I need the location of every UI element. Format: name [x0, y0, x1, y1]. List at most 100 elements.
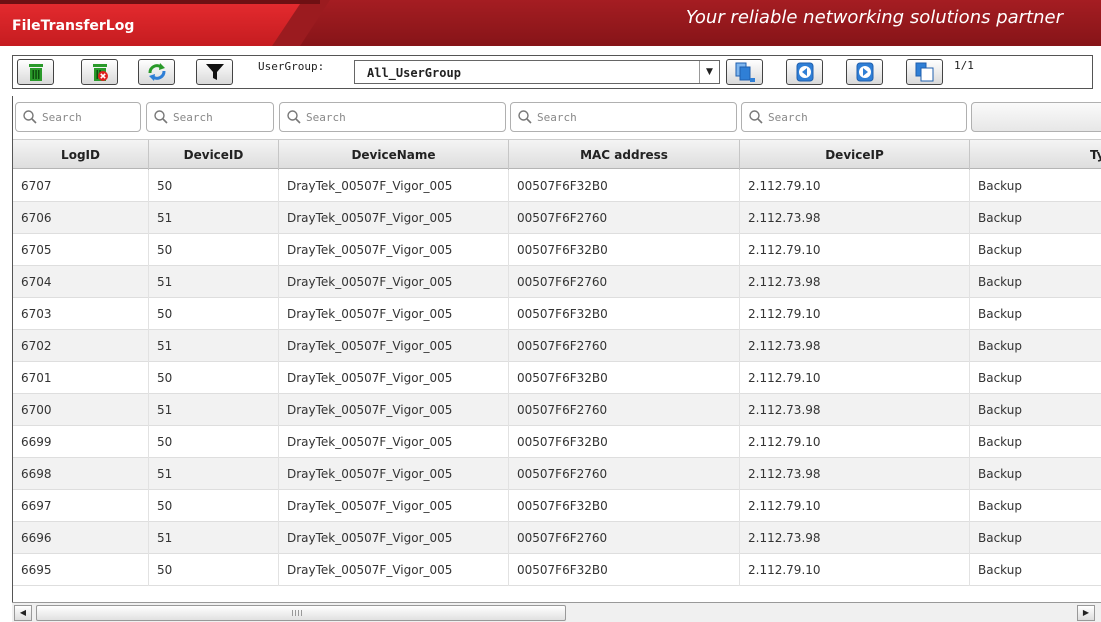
cell-deviceid: 51 — [149, 202, 279, 234]
cell-logid: 6695 — [13, 554, 149, 586]
table-header: LogID DeviceID DeviceName MAC address De… — [13, 139, 1101, 170]
cell-devicename: DrayTek_00507F_Vigor_005 — [279, 426, 509, 458]
cell-deviceip: 2.112.79.10 — [740, 170, 970, 202]
column-header-mac[interactable]: MAC address — [509, 140, 740, 170]
cell-type: Backup — [970, 522, 1101, 554]
cell-mac: 00507F6F2760 — [509, 202, 740, 234]
table-row[interactable]: 6700 51 DrayTek_00507F_Vigor_005 00507F6F27… — [13, 394, 1101, 426]
header-slogan: Your reliable networking solutions partn… — [685, 7, 1063, 28]
refresh-button[interactable] — [138, 59, 175, 85]
column-header-deviceid[interactable]: DeviceID — [149, 140, 279, 170]
cell-logid: 6705 — [13, 234, 149, 266]
cell-mac: 00507F6F32B0 — [509, 234, 740, 266]
cell-deviceip: 2.112.79.10 — [740, 298, 970, 330]
cell-devicename: DrayTek_00507F_Vigor_005 — [279, 330, 509, 362]
table-row[interactable]: 6695 50 DrayTek_00507F_Vigor_005 00507F6F32… — [13, 554, 1101, 586]
usergroup-select[interactable]: All_UserGroup ▼ — [354, 60, 720, 84]
search-icon — [517, 109, 533, 125]
usergroup-value: All_UserGroup — [367, 66, 461, 80]
cell-devicename: DrayTek_00507F_Vigor_005 — [279, 490, 509, 522]
last-page-button[interactable] — [906, 59, 943, 85]
table-row[interactable]: 6701 50 DrayTek_00507F_Vigor_005 00507F6F32… — [13, 362, 1101, 394]
cell-deviceid: 51 — [149, 330, 279, 362]
table-row[interactable]: 6703 50 DrayTek_00507F_Vigor_005 00507F6F32… — [13, 298, 1101, 330]
search-icon — [22, 109, 38, 125]
search-placeholder: Search — [768, 111, 808, 124]
refresh-icon — [146, 62, 168, 82]
grip-icon — [292, 610, 302, 616]
delete-button[interactable] — [17, 59, 54, 85]
column-header-type[interactable]: Ty — [970, 140, 1101, 170]
first-page-button[interactable] — [726, 59, 763, 85]
cell-deviceid: 50 — [149, 234, 279, 266]
cell-type: Backup — [970, 266, 1101, 298]
cell-devicename: DrayTek_00507F_Vigor_005 — [279, 362, 509, 394]
search-placeholder: Search — [42, 111, 82, 124]
next-page-button[interactable] — [846, 59, 883, 85]
filter-button[interactable] — [196, 59, 233, 85]
cell-mac: 00507F6F2760 — [509, 458, 740, 490]
table-row[interactable]: 6705 50 DrayTek_00507F_Vigor_005 00507F6F32… — [13, 234, 1101, 266]
cell-devicename: DrayTek_00507F_Vigor_005 — [279, 458, 509, 490]
type-filter-button[interactable] — [971, 102, 1101, 132]
usergroup-label: UserGroup: — [258, 60, 325, 73]
table-row[interactable]: 6698 51 DrayTek_00507F_Vigor_005 00507F6F27… — [13, 458, 1101, 490]
cell-mac: 00507F6F32B0 — [509, 298, 740, 330]
cell-deviceip: 2.112.79.10 — [740, 554, 970, 586]
table-row[interactable]: 6702 51 DrayTek_00507F_Vigor_005 00507F6F27… — [13, 330, 1101, 362]
delete-all-button[interactable] — [81, 59, 118, 85]
table-row[interactable]: 6707 50 DrayTek_00507F_Vigor_005 00507F6F32… — [13, 170, 1101, 202]
search-input-deviceip[interactable]: Search — [741, 102, 967, 132]
column-header-devicename[interactable]: DeviceName — [279, 140, 509, 170]
scroll-left-icon[interactable]: ◀ — [14, 605, 32, 621]
search-icon — [748, 109, 764, 125]
cell-logid: 6703 — [13, 298, 149, 330]
search-placeholder: Search — [173, 111, 213, 124]
search-input-devicename[interactable]: Search — [279, 102, 506, 132]
column-header-logid[interactable]: LogID — [13, 140, 149, 170]
first-page-icon — [734, 61, 756, 83]
table-row[interactable]: 6696 51 DrayTek_00507F_Vigor_005 00507F6F27… — [13, 522, 1101, 554]
cell-mac: 00507F6F2760 — [509, 394, 740, 426]
cell-devicename: DrayTek_00507F_Vigor_005 — [279, 202, 509, 234]
scroll-right-icon[interactable]: ▶ — [1077, 605, 1095, 621]
column-header-deviceip[interactable]: DeviceIP — [740, 140, 970, 170]
cell-mac: 00507F6F2760 — [509, 522, 740, 554]
next-page-icon — [854, 61, 876, 83]
search-icon — [286, 109, 302, 125]
table-row[interactable]: 6704 51 DrayTek_00507F_Vigor_005 00507F6F27… — [13, 266, 1101, 298]
cell-logid: 6697 — [13, 490, 149, 522]
cell-logid: 6707 — [13, 170, 149, 202]
cell-type: Backup — [970, 362, 1101, 394]
table-row[interactable]: 6706 51 DrayTek_00507F_Vigor_005 00507F6F27… — [13, 202, 1101, 234]
cell-deviceid: 50 — [149, 426, 279, 458]
table-row[interactable]: 6699 50 DrayTek_00507F_Vigor_005 00507F6F32… — [13, 426, 1101, 458]
horizontal-scrollbar[interactable]: ◀ ▶ — [12, 602, 1101, 622]
search-input-mac[interactable]: Search — [510, 102, 737, 132]
filter-icon — [205, 62, 225, 82]
cell-deviceip: 2.112.79.10 — [740, 490, 970, 522]
chevron-down-icon[interactable]: ▼ — [699, 61, 719, 83]
cell-deviceid: 51 — [149, 458, 279, 490]
cell-devicename: DrayTek_00507F_Vigor_005 — [279, 394, 509, 426]
cell-mac: 00507F6F2760 — [509, 330, 740, 362]
cell-devicename: DrayTek_00507F_Vigor_005 — [279, 554, 509, 586]
cell-type: Backup — [970, 426, 1101, 458]
cell-deviceid: 50 — [149, 170, 279, 202]
cell-mac: 00507F6F32B0 — [509, 490, 740, 522]
last-page-icon — [914, 61, 936, 83]
prev-page-button[interactable] — [786, 59, 823, 85]
cell-deviceid: 50 — [149, 490, 279, 522]
cell-type: Backup — [970, 234, 1101, 266]
search-row: Search Search Search Search Search — [13, 102, 1101, 132]
table-row[interactable]: 6697 50 DrayTek_00507F_Vigor_005 00507F6F32… — [13, 490, 1101, 522]
search-input-deviceid[interactable]: Search — [146, 102, 274, 132]
search-input-logid[interactable]: Search — [15, 102, 141, 132]
cell-logid: 6702 — [13, 330, 149, 362]
toolbar: UserGroup: All_UserGroup ▼ 1/1 — [12, 55, 1093, 89]
cell-deviceip: 2.112.73.98 — [740, 458, 970, 490]
cell-logid: 6698 — [13, 458, 149, 490]
cell-mac: 00507F6F32B0 — [509, 170, 740, 202]
cell-logid: 6701 — [13, 362, 149, 394]
scrollbar-thumb[interactable] — [36, 605, 566, 621]
